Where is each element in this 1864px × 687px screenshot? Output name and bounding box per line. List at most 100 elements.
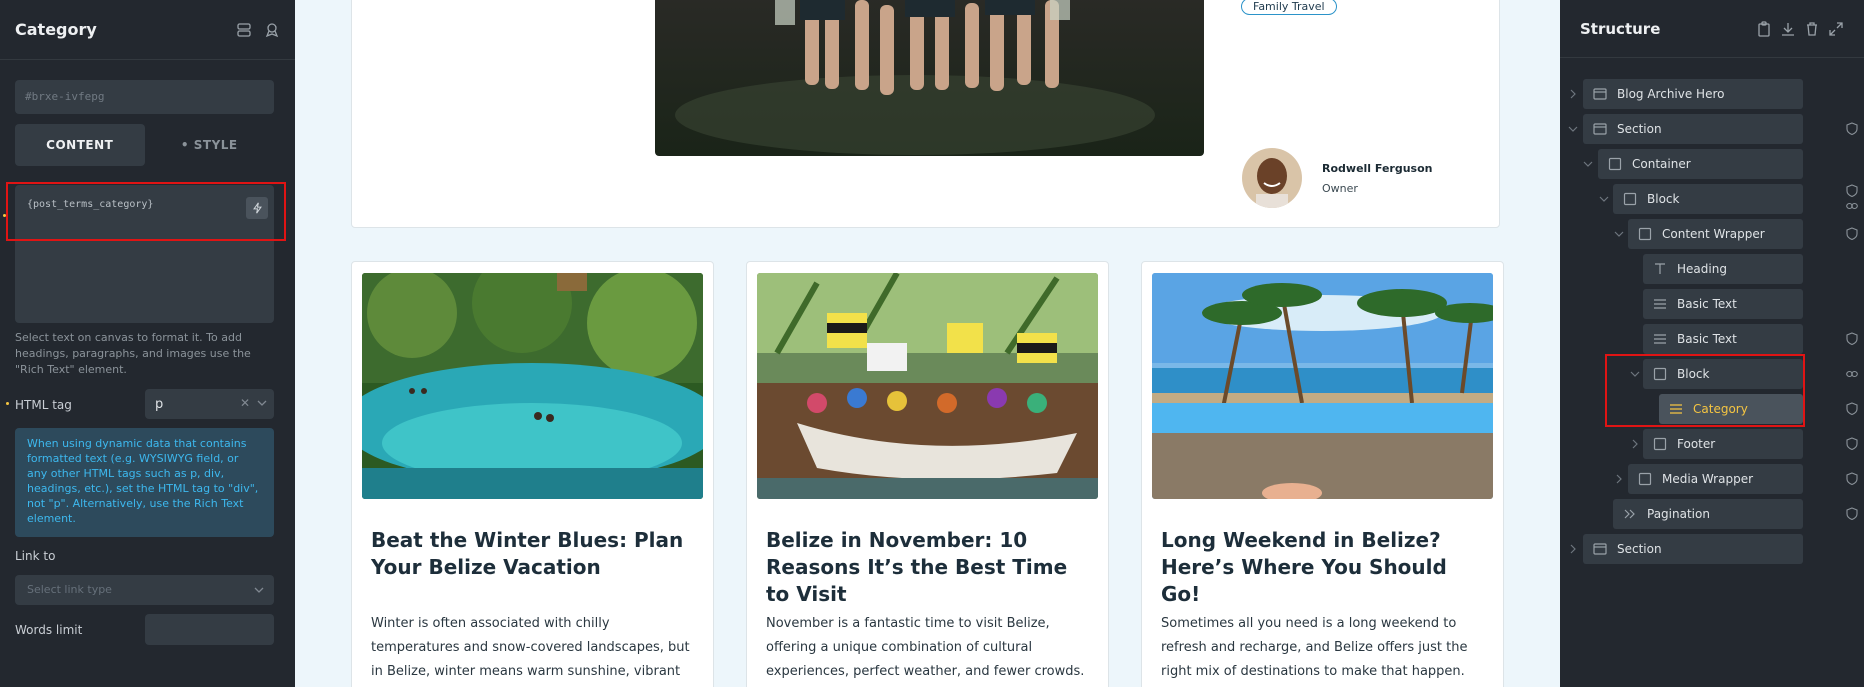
chevron-right-icon[interactable]: [1568, 89, 1578, 99]
tree-item-block[interactable]: Block: [1613, 184, 1803, 214]
clear-icon[interactable]: ✕: [240, 396, 250, 410]
tree-item-section[interactable]: Section: [1583, 114, 1803, 144]
tree-item-section[interactable]: Section: [1583, 534, 1803, 564]
post-excerpt: Sometimes all you need is a long weekend…: [1161, 616, 1468, 679]
element-settings-panel: Category #brxe-ivfepg CONTENT • STYLE {p…: [0, 0, 295, 687]
tree-item-label: Pagination: [1647, 507, 1710, 521]
chevron-down-icon[interactable]: [1614, 229, 1624, 239]
tree-item-label: Container: [1632, 157, 1691, 171]
section-icon: [1593, 543, 1607, 555]
text-lines-icon: [1654, 334, 1666, 344]
settings-tabs: CONTENT • STYLE: [15, 124, 274, 166]
link-type-placeholder: Select link type: [27, 583, 112, 596]
shield-icon: [1846, 184, 1858, 197]
chevron-down-icon[interactable]: [1583, 159, 1593, 169]
link-to-label: Link to: [15, 549, 56, 563]
shield-icon: [1846, 122, 1858, 135]
highlight-box: [6, 182, 286, 241]
post-image[interactable]: [757, 273, 1098, 499]
info-notice: When using dynamic data that contains fo…: [15, 428, 274, 537]
chevron-down-icon[interactable]: [1599, 194, 1609, 204]
tree-item-label: Content Wrapper: [1662, 227, 1765, 241]
tree-item-label: Media Wrapper: [1662, 472, 1754, 486]
html-tag-label: HTML tag: [15, 398, 72, 412]
category-tag[interactable]: Family Travel: [1241, 0, 1337, 15]
tree-item-basic-text[interactable]: Basic Text: [1643, 289, 1803, 319]
heading-icon: [1655, 263, 1665, 274]
post-image[interactable]: [1152, 273, 1493, 499]
link-icon: [1846, 370, 1858, 378]
tree-item-basic-text[interactable]: Basic Text: [1643, 324, 1803, 354]
structure-panel: Structure Blog Archive Hero Section Cont…: [1560, 0, 1864, 687]
post-excerpt: November is a fantastic time to visit Be…: [766, 616, 1085, 679]
author-avatar: [1242, 148, 1302, 208]
post-card[interactable]: Beat the Winter Blues: Plan Your Belize …: [351, 261, 714, 687]
chevron-right-icon[interactable]: [1568, 544, 1578, 554]
tree-item-media-wrapper[interactable]: Media Wrapper: [1628, 464, 1803, 494]
chevron-down-icon[interactable]: [1568, 124, 1578, 134]
tree-item-content-wrapper[interactable]: Content Wrapper: [1628, 219, 1803, 249]
post-image[interactable]: [362, 273, 703, 499]
tree-item-pagination[interactable]: Pagination: [1613, 499, 1803, 529]
block-icon: [1653, 437, 1667, 451]
post-excerpt: Winter is often associated with chilly t…: [371, 616, 690, 679]
section-icon: [1593, 88, 1607, 100]
block-icon: [1623, 192, 1637, 206]
expand-icon[interactable]: [1828, 21, 1844, 37]
shield-icon: [1846, 437, 1858, 450]
featured-post-image[interactable]: [655, 0, 1204, 156]
tree-item-heading[interactable]: Heading: [1643, 254, 1803, 284]
section-icon: [1593, 123, 1607, 135]
link-icon: [1846, 202, 1858, 210]
post-title[interactable]: Long Weekend in Belize? Here’s Where You…: [1161, 527, 1491, 608]
tree-item-label: Section: [1617, 542, 1662, 556]
shield-icon: [1846, 332, 1858, 345]
download-icon[interactable]: [1780, 21, 1796, 37]
setting-changed-dot: [6, 402, 9, 405]
panel-title: Category: [15, 20, 97, 39]
css-id-field[interactable]: #brxe-ivfepg: [15, 80, 274, 114]
post-title[interactable]: Beat the Winter Blues: Plan Your Belize …: [371, 527, 701, 581]
block-icon: [1638, 227, 1652, 241]
tree-item-label: Footer: [1677, 437, 1716, 451]
double-chevron-icon: [1624, 509, 1635, 519]
shield-icon: [1846, 227, 1858, 240]
tab-content[interactable]: CONTENT: [15, 124, 145, 166]
tree-item-label: Blog Archive Hero: [1617, 87, 1725, 101]
shield-icon: [1846, 507, 1858, 520]
html-tag-select[interactable]: p ✕: [145, 389, 274, 419]
builder-canvas: Family Travel Rodwell Ferguson Owner Bea…: [295, 0, 1560, 687]
structure-header: Structure: [1560, 0, 1864, 58]
chevron-right-icon[interactable]: [1614, 474, 1624, 484]
text-lines-icon: [1654, 299, 1666, 309]
pin-icon[interactable]: [264, 22, 280, 38]
post-card[interactable]: Long Weekend in Belize? Here’s Where You…: [1141, 261, 1504, 687]
helper-text: Select text on canvas to format it. To a…: [15, 331, 251, 376]
post-title[interactable]: Belize in November: 10 Reasons It’s the …: [766, 527, 1096, 608]
tree-item-label: Basic Text: [1677, 297, 1737, 311]
clipboard-icon[interactable]: [1756, 20, 1772, 37]
tree-item-label: Section: [1617, 122, 1662, 136]
highlight-box: [1605, 354, 1805, 427]
tab-style[interactable]: • STYLE: [145, 124, 275, 166]
shield-icon: [1846, 402, 1858, 415]
tree-item-footer[interactable]: Footer: [1643, 429, 1803, 459]
tree-item-label: Heading: [1677, 262, 1727, 276]
trash-icon[interactable]: [1804, 21, 1820, 37]
chevron-down-icon: [257, 400, 267, 406]
tree-item-container[interactable]: Container: [1598, 149, 1803, 179]
chevron-down-icon: [254, 587, 264, 593]
structure-title: Structure: [1580, 19, 1661, 38]
tree-item-label: Basic Text: [1677, 332, 1737, 346]
author-role: Owner: [1322, 182, 1358, 195]
post-card[interactable]: Belize in November: 10 Reasons It’s the …: [746, 261, 1109, 687]
presets-icon[interactable]: [236, 22, 252, 38]
tree-item-label: Block: [1647, 192, 1680, 206]
tree-item-blog-archive-hero[interactable]: Blog Archive Hero: [1583, 79, 1803, 109]
words-limit-input[interactable]: [145, 614, 274, 645]
block-icon: [1638, 472, 1652, 486]
words-limit-label: Words limit: [15, 623, 83, 637]
panel-header: Category: [0, 0, 295, 60]
chevron-right-icon[interactable]: [1630, 439, 1640, 449]
link-type-select[interactable]: Select link type: [15, 575, 274, 605]
